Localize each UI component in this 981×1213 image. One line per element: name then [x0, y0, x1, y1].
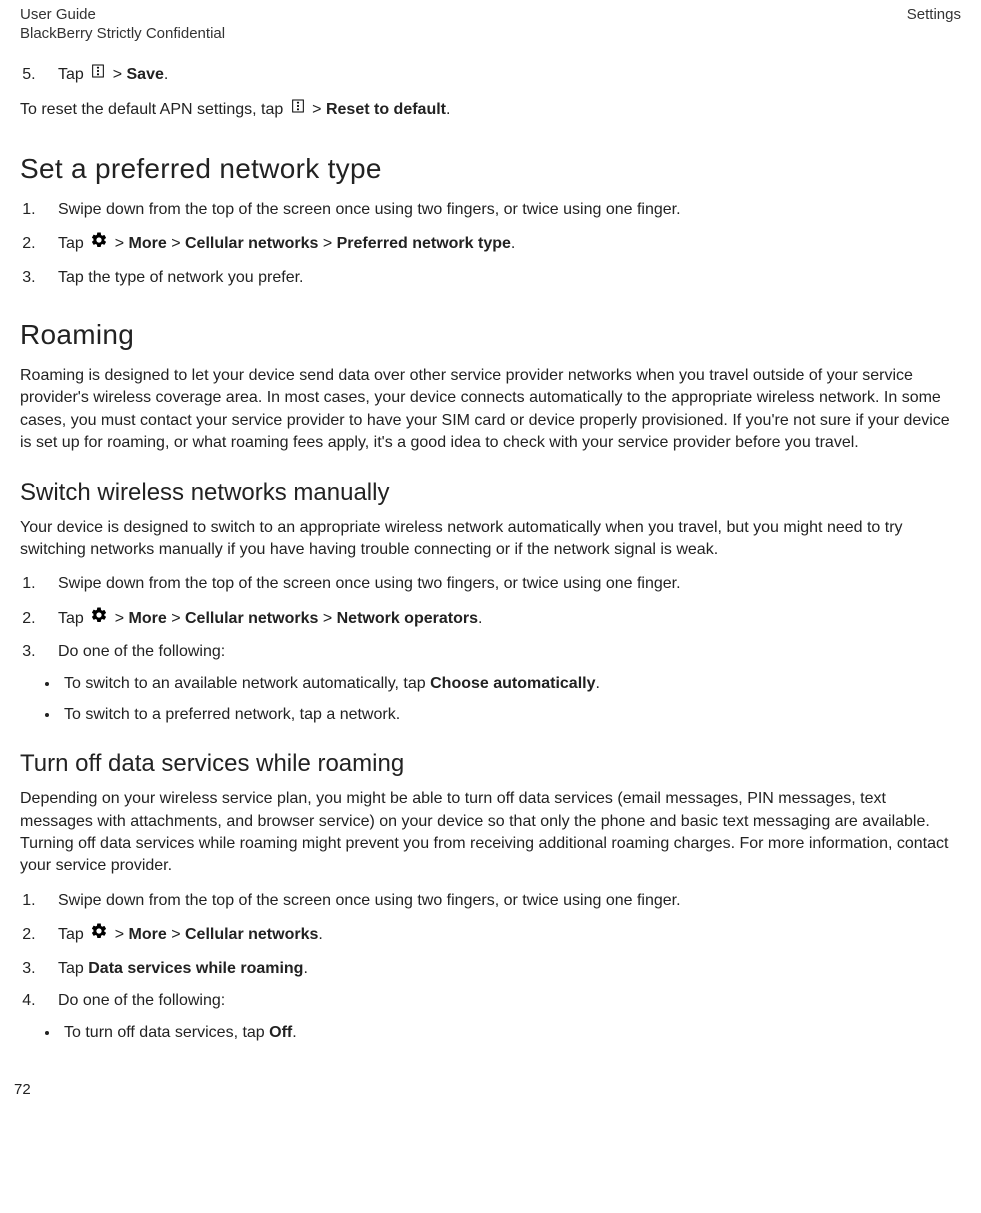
- more-icon: [290, 97, 306, 122]
- more-icon: [90, 62, 106, 87]
- switch-step-1: Swipe down from the top of the screen on…: [40, 573, 961, 595]
- switch-steps: Swipe down from the top of the screen on…: [20, 573, 961, 663]
- step-5-gt: >: [113, 66, 127, 83]
- preferred-step-3: Tap the type of network you prefer.: [40, 267, 961, 289]
- header-left-2: BlackBerry Strictly Confidential: [20, 25, 961, 42]
- heading-switch-networks: Switch wireless networks manually: [20, 479, 961, 507]
- reset-para: To reset the default APN settings, tap >…: [20, 97, 961, 122]
- turnoff-bullet1-bold: Off: [269, 1024, 292, 1041]
- turnoff-step2-b1: More: [129, 926, 167, 943]
- turnoff-step3-pre: Tap: [58, 960, 88, 977]
- turnoff-bullet-1: To turn off data services, tap Off.: [60, 1022, 961, 1044]
- turnoff-step-3: Tap Data services while roaming.: [40, 958, 961, 980]
- switch-bullet1-pre: To switch to an available network automa…: [64, 675, 430, 692]
- turnoff-steps: Swipe down from the top of the screen on…: [20, 890, 961, 1013]
- switch-bullet1-period: .: [595, 675, 599, 692]
- heading-preferred-network: Set a preferred network type: [20, 153, 961, 185]
- switch-step2-gt3: >: [323, 610, 337, 627]
- turnoff-step3-bold: Data services while roaming: [88, 960, 303, 977]
- step-5-period: .: [164, 66, 168, 83]
- switch-bullets: To switch to an available network automa…: [20, 673, 961, 726]
- turnoff-bullets: To turn off data services, tap Off.: [20, 1022, 961, 1044]
- preferred-step2-gt1: >: [115, 235, 129, 252]
- gear-icon: [90, 922, 108, 947]
- preferred-step2-b2: Cellular networks: [185, 235, 318, 252]
- header-left-1: User Guide: [20, 6, 96, 23]
- turnoff-step-2: Tap > More > Cellular networks.: [40, 922, 961, 947]
- turnoff-bullet1-period: .: [292, 1024, 296, 1041]
- turnoff-para: Depending on your wireless service plan,…: [20, 788, 961, 878]
- preferred-step2-gt2: >: [171, 235, 185, 252]
- turnoff-step3-period: .: [303, 960, 307, 977]
- reset-gt: >: [312, 101, 326, 118]
- switch-step2-gt1: >: [115, 610, 129, 627]
- turnoff-step2-b2: Cellular networks: [185, 926, 318, 943]
- switch-bullet-1: To switch to an available network automa…: [60, 673, 961, 695]
- gear-icon: [90, 606, 108, 631]
- switch-para: Your device is designed to switch to an …: [20, 517, 961, 562]
- preferred-step-1: Swipe down from the top of the screen on…: [40, 199, 961, 221]
- step-5-pre: Tap: [58, 66, 88, 83]
- switch-step2-b3: Network operators: [337, 610, 478, 627]
- turnoff-step2-gt2: >: [171, 926, 185, 943]
- turnoff-step2-gt1: >: [115, 926, 129, 943]
- switch-bullet1-bold: Choose automatically: [430, 675, 595, 692]
- switch-step2-period: .: [478, 610, 482, 627]
- reset-pre: To reset the default APN settings, tap: [20, 101, 288, 118]
- switch-step2-b1: More: [129, 610, 167, 627]
- turnoff-step-4: Do one of the following:: [40, 990, 961, 1012]
- reset-bold: Reset to default: [326, 101, 446, 118]
- turnoff-bullet1-pre: To turn off data services, tap: [64, 1024, 269, 1041]
- turnoff-step-1: Swipe down from the top of the screen on…: [40, 890, 961, 912]
- preferred-step2-b1: More: [129, 235, 167, 252]
- switch-step2-gt2: >: [171, 610, 185, 627]
- page-number: 72: [14, 1081, 961, 1098]
- heading-turnoff-data: Turn off data services while roaming: [20, 750, 961, 778]
- turnoff-step2-period: .: [318, 926, 322, 943]
- turnoff-step2-pre: Tap: [58, 926, 88, 943]
- step-5: Tap > Save.: [40, 62, 961, 87]
- heading-roaming: Roaming: [20, 319, 961, 351]
- reset-period: .: [446, 101, 450, 118]
- page-header: User Guide Settings: [20, 6, 961, 23]
- header-right: Settings: [907, 6, 961, 23]
- preferred-step2-pre: Tap: [58, 235, 88, 252]
- switch-step-3: Do one of the following:: [40, 641, 961, 663]
- gear-icon: [90, 231, 108, 256]
- switch-step-2: Tap > More > Cellular networks > Network…: [40, 606, 961, 631]
- switch-bullet-2: To switch to a preferred network, tap a …: [60, 704, 961, 726]
- step-5-bold: Save: [127, 66, 164, 83]
- preferred-step2-gt3: >: [323, 235, 337, 252]
- preferred-step2-period: .: [511, 235, 515, 252]
- switch-step2-pre: Tap: [58, 610, 88, 627]
- preferred-step-2: Tap > More > Cellular networks > Preferr…: [40, 231, 961, 256]
- roaming-para: Roaming is designed to let your device s…: [20, 365, 961, 455]
- step-5-list: Tap > Save.: [20, 62, 961, 87]
- preferred-steps: Swipe down from the top of the screen on…: [20, 199, 961, 289]
- switch-step2-b2: Cellular networks: [185, 610, 318, 627]
- preferred-step2-b3: Preferred network type: [337, 235, 511, 252]
